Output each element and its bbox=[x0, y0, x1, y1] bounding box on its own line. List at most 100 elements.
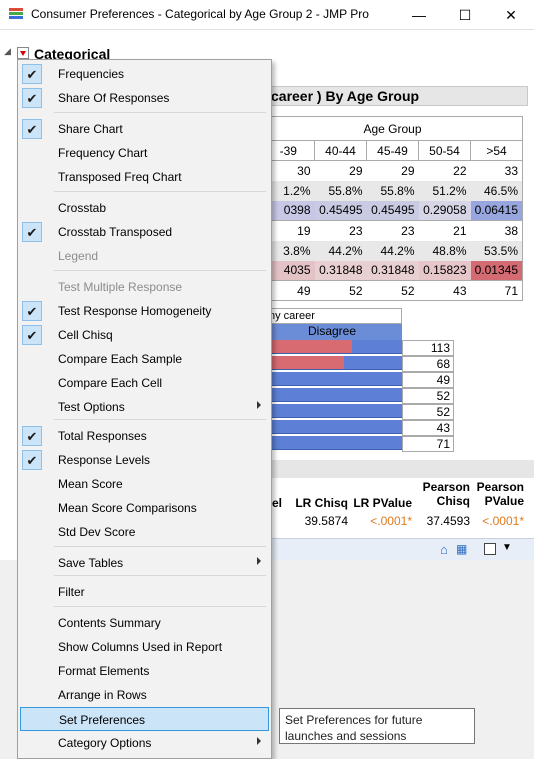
menu-item-label: Cell Chisq bbox=[58, 328, 113, 342]
menu-item-label: Response Levels bbox=[58, 453, 151, 467]
pearson-pvalue: <.0001* bbox=[482, 514, 524, 528]
cell: 22 bbox=[418, 160, 471, 181]
share-bar-agree bbox=[262, 356, 344, 369]
menu-item-mean-score[interactable]: Mean Score bbox=[20, 472, 269, 496]
menu-item-frequency-chart[interactable]: Frequency Chart bbox=[20, 141, 269, 165]
menu-item-arrange-in-rows[interactable]: Arrange in Rows bbox=[20, 683, 269, 707]
cell: 23 bbox=[366, 220, 419, 241]
checkbox-icon[interactable] bbox=[484, 543, 496, 555]
menu-item-show-columns-used-in-report[interactable]: Show Columns Used in Report bbox=[20, 635, 269, 659]
cell: 0.45495 bbox=[366, 200, 419, 221]
minimize-button[interactable]: — bbox=[396, 0, 442, 30]
menu-item-label: Save Tables bbox=[58, 556, 124, 570]
menu-separator bbox=[54, 546, 266, 547]
menu-item-save-tables[interactable]: Save Tables bbox=[20, 551, 269, 575]
home-icon[interactable]: ⌂ bbox=[440, 542, 448, 557]
menu-item-compare-each-cell[interactable]: Compare Each Cell bbox=[20, 371, 269, 395]
test-col-header: LR PValue bbox=[353, 496, 412, 510]
share-bar bbox=[262, 404, 402, 418]
menu-item-label: Crosstab bbox=[58, 201, 107, 215]
menu-item-transposed-freq-chart[interactable]: Transposed Freq Chart bbox=[20, 165, 269, 189]
menu-item-filter[interactable]: Filter bbox=[20, 580, 269, 604]
share-bar bbox=[262, 356, 402, 370]
menu-item-crosstab-transposed[interactable]: ✔ Crosstab Transposed bbox=[20, 220, 269, 244]
tooltip: Set Preferences for future launches and … bbox=[279, 708, 475, 744]
jmp-app-icon bbox=[9, 8, 23, 20]
cell: 52 bbox=[314, 280, 367, 301]
menu-item-response-levels[interactable]: ✔ Response Levels bbox=[20, 448, 269, 472]
menu-item-label: Test Response Homogeneity bbox=[58, 304, 212, 318]
menu-item-crosstab[interactable]: Crosstab bbox=[20, 196, 269, 220]
menu-item-label: Mean Score Comparisons bbox=[58, 501, 197, 515]
lr-pvalue: <.0001* bbox=[370, 514, 412, 528]
checkmark-icon: ✔ bbox=[22, 64, 42, 84]
menu-item-label: Std Dev Score bbox=[58, 525, 136, 539]
menu-item-test-options[interactable]: Test Options bbox=[20, 395, 269, 419]
checkmark-icon: ✔ bbox=[22, 325, 42, 345]
share-bar bbox=[262, 388, 402, 402]
cell: 53.5% bbox=[470, 240, 523, 261]
red-triangle-menu: ✔ Frequencies ✔ Share Of Responses ✔ Share Ch… bbox=[17, 59, 272, 759]
cell: 0.31848 bbox=[314, 260, 367, 281]
dropdown-arrow-icon[interactable]: ▼ bbox=[502, 542, 512, 553]
menu-separator bbox=[54, 606, 266, 607]
menu-item-contents-summary[interactable]: Contents Summary bbox=[20, 611, 269, 635]
menu-item-label: Total Responses bbox=[58, 429, 147, 443]
share-bar bbox=[262, 340, 402, 354]
close-button[interactable]: ✕ bbox=[488, 0, 534, 30]
menu-item-format-elements[interactable]: Format Elements bbox=[20, 659, 269, 683]
tests-strip bbox=[262, 460, 534, 478]
share-count: 113 bbox=[402, 340, 454, 356]
checkmark-icon: ✔ bbox=[22, 301, 42, 321]
checkmark-icon: ✔ bbox=[22, 426, 42, 446]
menu-item-frequencies[interactable]: ✔ Frequencies bbox=[20, 62, 269, 86]
menu-item-label: Set Preferences bbox=[59, 713, 146, 727]
maximize-button[interactable]: ☐ bbox=[442, 0, 488, 30]
menu-item-total-responses[interactable]: ✔ Total Responses bbox=[20, 424, 269, 448]
cell: 52 bbox=[366, 280, 419, 301]
disclosure-icon[interactable]: ◢ bbox=[4, 46, 11, 57]
menu-item-label: Arrange in Rows bbox=[58, 688, 147, 702]
menu-separator bbox=[54, 419, 266, 420]
share-count: 71 bbox=[402, 436, 454, 452]
cell: 55.8% bbox=[380, 183, 415, 198]
menu-item-share-of-responses[interactable]: ✔ Share Of Responses bbox=[20, 86, 269, 110]
share-count: 52 bbox=[402, 388, 454, 404]
menu-item-legend: Legend bbox=[20, 244, 269, 268]
cell: 0.06415 bbox=[470, 200, 523, 221]
menu-item-label: Frequencies bbox=[58, 67, 125, 81]
menu-item-share-chart[interactable]: ✔ Share Chart bbox=[20, 117, 269, 141]
cell: 0.15823 bbox=[418, 260, 471, 281]
menu-item-label: Test Multiple Response bbox=[58, 280, 183, 294]
menu-item-set-preferences[interactable]: Set Preferences bbox=[20, 707, 269, 731]
menu-item-label: Legend bbox=[58, 249, 99, 263]
menu-item-label: Filter bbox=[58, 585, 85, 599]
table-icon[interactable]: ▦ bbox=[456, 542, 467, 556]
cell: 51.2% bbox=[432, 183, 467, 198]
cell: 46.5% bbox=[470, 180, 523, 201]
share-bar bbox=[262, 372, 402, 386]
red-triangle-menu-icon[interactable] bbox=[17, 47, 29, 59]
crosstab-title: career ) By Age Group bbox=[262, 86, 528, 106]
checkmark-icon: ✔ bbox=[22, 88, 42, 108]
menu-item-cell-chisq[interactable]: ✔ Cell Chisq bbox=[20, 323, 269, 347]
share-count: 68 bbox=[402, 356, 454, 372]
menu-item-label: Category Options bbox=[58, 736, 152, 750]
share-bar bbox=[262, 420, 402, 434]
menu-item-label: Test Options bbox=[58, 400, 125, 414]
menu-item-test-response-homogeneity[interactable]: ✔ Test Response Homogeneity bbox=[20, 299, 269, 323]
cell: 23 bbox=[314, 220, 367, 241]
column-header: 40-44 bbox=[314, 140, 367, 161]
cell: 48.8% bbox=[432, 243, 467, 258]
cell: 44.2% bbox=[380, 243, 415, 258]
menu-item-compare-each-sample[interactable]: Compare Each Sample bbox=[20, 347, 269, 371]
menu-item-mean-score-comparisons[interactable]: Mean Score Comparisons bbox=[20, 496, 269, 520]
test-col-header: Pearson PValue bbox=[476, 480, 524, 508]
menu-item-std-dev-score[interactable]: Std Dev Score bbox=[20, 520, 269, 544]
menu-item-label: Format Elements bbox=[58, 664, 150, 678]
share-bar-agree bbox=[262, 340, 352, 353]
menu-item-label: Show Columns Used in Report bbox=[58, 640, 223, 654]
menu-item-category-options[interactable]: Category Options bbox=[20, 731, 269, 755]
menu-item-label: Crosstab Transposed bbox=[58, 225, 173, 239]
column-header: >54 bbox=[470, 140, 523, 161]
